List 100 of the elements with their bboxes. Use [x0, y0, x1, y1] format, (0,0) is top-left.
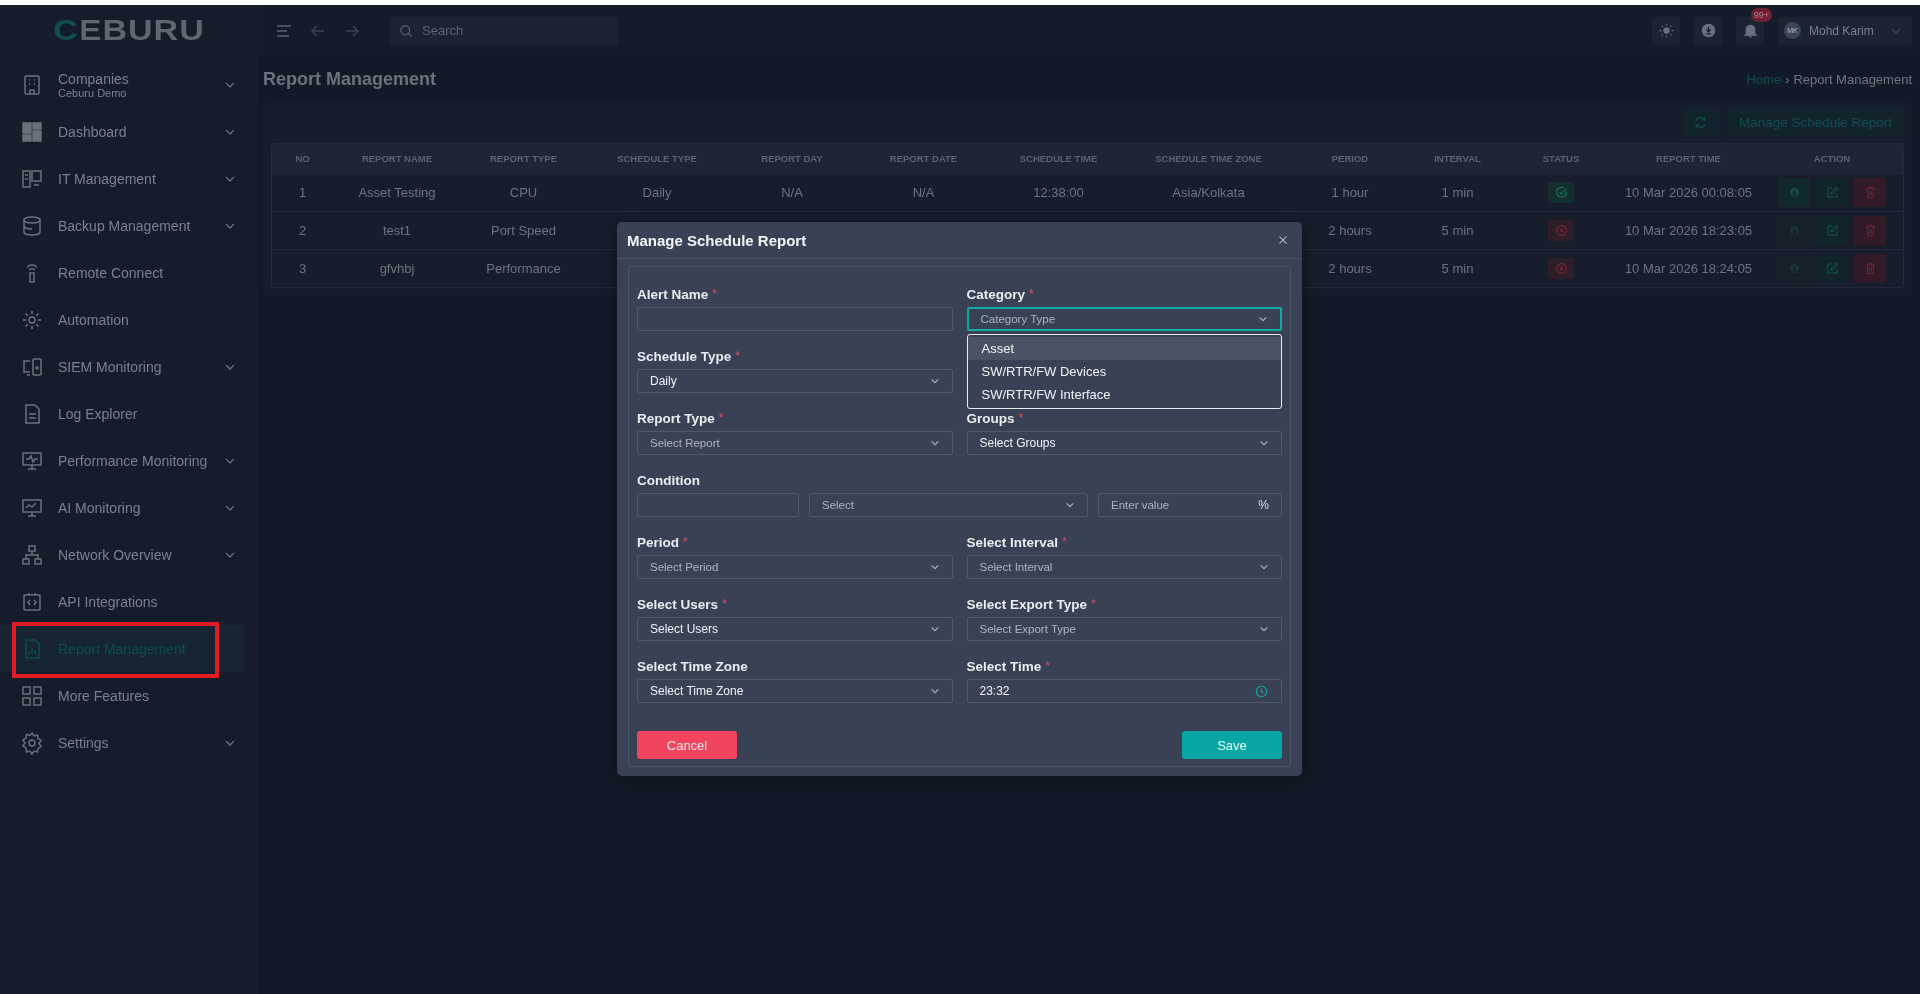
- chevron-down-icon: [929, 376, 940, 386]
- edit-icon: [1824, 185, 1840, 200]
- table-cell-text: 1 hour: [1330, 185, 1370, 200]
- field-label: Condition: [637, 473, 700, 489]
- input-field[interactable]: Enter value %: [1098, 493, 1282, 517]
- delete-button[interactable]: [1854, 178, 1886, 207]
- table-cell-text: Performance: [485, 261, 562, 276]
- table-cell-text: 10 Mar 2026 00:08:05: [1623, 185, 1754, 200]
- sidebar-item[interactable]: Log Explorer: [0, 390, 258, 437]
- edit-icon: [1824, 261, 1840, 276]
- search-field[interactable]: Search: [390, 16, 618, 45]
- sidebar-item[interactable]: Performance Monitoring: [0, 437, 258, 484]
- settings-icon: [20, 730, 44, 755]
- required-mark: *: [712, 287, 717, 301]
- select-field[interactable]: Select Export Type: [966, 617, 1282, 641]
- select-field[interactable]: Select Report: [637, 431, 953, 455]
- select-field[interactable]: Category Type: [966, 307, 1282, 331]
- dropdown-option[interactable]: SW/RTR/FW Interface: [967, 383, 1281, 406]
- bell-icon: [1741, 22, 1759, 39]
- sidebar-item[interactable]: AI Monitoring: [0, 484, 258, 531]
- dropdown-option[interactable]: SW/RTR/FW Devices: [967, 360, 1281, 383]
- download-report-button[interactable]: [1778, 178, 1810, 207]
- table-cell-text: Daily: [641, 185, 673, 200]
- select-field[interactable]: Select Users: [637, 617, 953, 641]
- select-field[interactable]: Select Interval: [966, 555, 1282, 579]
- select-field[interactable]: Select Groups: [966, 431, 1282, 455]
- column-header: REPORT DAY: [760, 153, 824, 164]
- required-mark: *: [1029, 287, 1034, 301]
- required-mark: *: [1045, 659, 1050, 673]
- table-cell-text: Asset Testing: [357, 185, 437, 200]
- sun-icon: [1657, 22, 1675, 39]
- sidebar-item[interactable]: Remote Connect: [0, 249, 258, 296]
- field-label: Groups: [966, 411, 1015, 427]
- column-header: STATUS: [1541, 153, 1581, 164]
- refresh-button[interactable]: [1682, 108, 1719, 137]
- table-cell-text: 2: [297, 223, 308, 238]
- sidebar-item[interactable]: Settings: [0, 719, 258, 766]
- field-label: Select Users: [637, 597, 719, 613]
- delete-button[interactable]: [1854, 216, 1886, 245]
- sidebar-item[interactable]: API Integrations: [0, 578, 258, 625]
- x-circle-icon: [1553, 261, 1569, 276]
- chevron-down-icon: [929, 624, 940, 634]
- select-field[interactable]: Daily: [637, 369, 953, 393]
- table-cell-text: Asia/Kolkata: [1171, 185, 1246, 200]
- edit-button[interactable]: [1816, 178, 1848, 207]
- field-label: Select Interval: [966, 535, 1059, 551]
- notifications-button[interactable]: [1736, 16, 1764, 45]
- sidebar-item[interactable]: Network Overview: [0, 531, 258, 578]
- column-header: PERIOD: [1330, 153, 1370, 164]
- sidebar-item[interactable]: IT Management: [0, 155, 258, 202]
- chevron-down-icon: [929, 438, 940, 448]
- table-cell-text: 10 Mar 2026 18:24:05: [1623, 261, 1754, 276]
- database-icon: [20, 213, 44, 238]
- select-field[interactable]: Select Period: [637, 555, 953, 579]
- required-mark: *: [735, 349, 740, 363]
- dropdown-option[interactable]: Asset: [967, 337, 1281, 360]
- sidebar-item[interactable]: More Features: [0, 672, 258, 719]
- select-field[interactable]: Select Time Zone: [637, 679, 953, 703]
- field-label: Select Time Zone: [637, 659, 748, 675]
- edit-icon: [1824, 223, 1840, 238]
- sidebar-item[interactable]: Backup Management: [0, 202, 258, 249]
- edit-button[interactable]: [1816, 216, 1848, 245]
- cancel-button[interactable]: Cancel: [637, 731, 737, 759]
- time-field[interactable]: 23:32: [966, 679, 1282, 703]
- table-cell-text: 2 hours: [1327, 223, 1373, 238]
- dashboard-icon: [20, 119, 44, 144]
- chevron-down-icon: [1065, 500, 1075, 510]
- sidebar-item[interactable]: Automation: [0, 296, 258, 343]
- sidebar-item[interactable]: Dashboard: [0, 108, 258, 155]
- theme-toggle-button[interactable]: [1652, 16, 1680, 45]
- column-header: NO: [294, 153, 311, 164]
- grid-icon: [20, 683, 44, 708]
- table-cell-text: 3: [297, 261, 308, 276]
- field-label: Period: [637, 535, 679, 551]
- field-label: Schedule Type: [637, 349, 732, 365]
- table-cell-text: N/A: [780, 185, 804, 200]
- column-header: SCHEDULE TYPE: [616, 153, 698, 164]
- sidebar-item[interactable]: SIEM Monitoring: [0, 343, 258, 390]
- column-header: INTERVAL: [1433, 153, 1482, 164]
- column-header: SCHEDULE TIME: [1018, 153, 1099, 164]
- field-label: Select Time: [966, 659, 1042, 675]
- required-mark: *: [1091, 597, 1096, 611]
- x-circle-icon: [1553, 223, 1569, 238]
- delete-button[interactable]: [1854, 254, 1886, 283]
- download-button[interactable]: [1694, 16, 1722, 45]
- column-header: REPORT NAME: [360, 153, 434, 164]
- required-mark: *: [1018, 411, 1024, 425]
- field-label: Alert Name: [637, 287, 709, 303]
- page-title: Report Management: [263, 68, 437, 90]
- select-field[interactable]: Select: [809, 493, 1088, 517]
- breadcrumb-item: ›: [1785, 71, 1790, 87]
- table-cell-text: Port Speed: [489, 223, 557, 238]
- field-label: Report Type: [637, 411, 715, 427]
- edit-button[interactable]: [1816, 254, 1848, 283]
- network-icon: [20, 542, 44, 567]
- table-cell-text: 5 min: [1440, 261, 1475, 276]
- sidebar-item[interactable]: Companies Ceburu Demo: [0, 61, 258, 108]
- required-mark: *: [683, 535, 688, 549]
- save-button[interactable]: Save: [1182, 731, 1282, 759]
- clock-icon: [1254, 683, 1269, 699]
